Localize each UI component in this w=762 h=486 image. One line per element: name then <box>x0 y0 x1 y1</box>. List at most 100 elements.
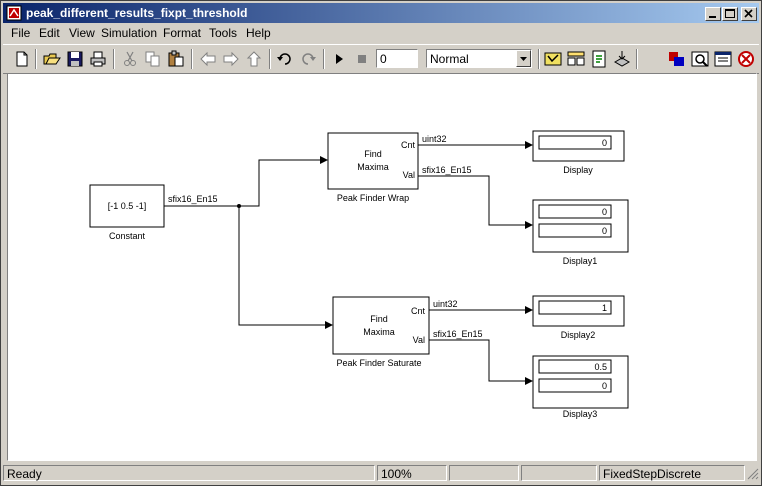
explorer-icon[interactable] <box>691 50 709 68</box>
status-panel-4 <box>521 465 597 481</box>
dropdown-arrow[interactable] <box>516 50 531 67</box>
browser-icon[interactable] <box>714 50 732 68</box>
undo-icon[interactable] <box>276 50 294 68</box>
resize-grip-icon[interactable] <box>746 467 759 480</box>
block-diagram[interactable]: [-1 0.5 -1] Constant sfix16_En15 Find Ma… <box>8 74 756 460</box>
status-state: Ready <box>3 465 375 481</box>
toolbar-separator <box>113 49 115 69</box>
finder2-port-cnt: Cnt <box>411 306 426 316</box>
toolbar-separator <box>636 49 638 69</box>
toolbar-separator <box>323 49 325 69</box>
menu-help[interactable]: Help <box>246 26 271 40</box>
display1-name: Display1 <box>563 256 598 266</box>
back-icon[interactable] <box>199 50 217 68</box>
paste-icon[interactable] <box>167 50 185 68</box>
cut-icon[interactable] <box>121 50 139 68</box>
save-icon[interactable] <box>66 50 84 68</box>
toolbar-separator <box>35 49 37 69</box>
update-icon[interactable] <box>613 50 631 68</box>
toolbar-separator <box>191 49 193 69</box>
finder2-cnt-type: uint32 <box>433 299 458 309</box>
open-icon[interactable] <box>43 50 61 68</box>
status-panel-3 <box>449 465 519 481</box>
start-icon[interactable] <box>330 50 348 68</box>
maximize-button[interactable] <box>722 7 738 21</box>
print-icon[interactable] <box>89 50 107 68</box>
window-title: peak_different_results_fixpt_threshold <box>26 6 248 20</box>
build-icon[interactable] <box>590 50 608 68</box>
finder1-val-wire[interactable] <box>418 175 533 229</box>
maximize-icon <box>725 9 735 18</box>
constant-output-wire[interactable] <box>164 156 333 329</box>
status-bar: Ready 100% FixedStepDiscrete <box>3 464 759 483</box>
display2-value-1: 1 <box>602 303 607 313</box>
title-bar[interactable]: peak_different_results_fixpt_threshold <box>3 3 759 23</box>
copy-icon[interactable] <box>144 50 162 68</box>
display3-value-1: 0.5 <box>594 362 607 372</box>
display2-name: Display2 <box>561 330 596 340</box>
toolbar-separator <box>538 49 540 69</box>
status-solver: FixedStepDiscrete <box>599 465 745 481</box>
display-name: Display <box>563 165 593 175</box>
constant-signal-type: sfix16_En15 <box>168 194 218 204</box>
chevron-down-icon <box>520 57 527 61</box>
constant-block[interactable]: [-1 0.5 -1] Constant <box>89 184 165 241</box>
display1-value-2: 0 <box>602 226 607 236</box>
finder2-val-type: sfix16_En15 <box>433 329 483 339</box>
finder2-name: Peak Finder Saturate <box>336 358 421 368</box>
menu-view[interactable]: View <box>69 26 95 40</box>
display3-value-2: 0 <box>602 381 607 391</box>
stop-time-input[interactable]: 0 <box>376 49 418 68</box>
stop-icon[interactable] <box>353 50 371 68</box>
debug-icon[interactable] <box>668 50 686 68</box>
finder2-val-wire[interactable] <box>429 339 533 385</box>
branch-point <box>237 204 241 208</box>
finder2-line1: Find <box>370 314 388 324</box>
peak-finder-saturate-block[interactable]: Find Maxima Cnt Val Peak Finder Saturate <box>332 296 430 368</box>
minimize-icon <box>709 16 716 18</box>
library-icon[interactable] <box>567 50 585 68</box>
finder1-port-val: Val <box>403 170 415 180</box>
new-icon[interactable] <box>13 50 31 68</box>
close-button[interactable] <box>741 7 757 21</box>
status-zoom: 100% <box>377 465 447 481</box>
model-advisor-icon[interactable] <box>544 50 562 68</box>
diagnostics-icon[interactable] <box>737 50 755 68</box>
finder2-port-val: Val <box>413 335 425 345</box>
menu-bar: File Edit View Simulation Format Tools H… <box>3 24 759 42</box>
menu-edit[interactable]: Edit <box>39 26 60 40</box>
finder1-line2: Maxima <box>357 162 389 172</box>
menu-file[interactable]: File <box>11 26 30 40</box>
peak-finder-wrap-block[interactable]: Find Maxima Cnt Val Peak Finder Wrap <box>327 132 419 203</box>
finder1-port-cnt: Cnt <box>401 140 416 150</box>
toolbar-separator <box>269 49 271 69</box>
constant-value: [-1 0.5 -1] <box>108 201 147 211</box>
model-canvas[interactable]: [-1 0.5 -1] Constant sfix16_En15 Find Ma… <box>7 73 757 461</box>
simulink-app-icon <box>6 5 22 21</box>
close-icon <box>744 9 753 18</box>
finder1-val-type: sfix16_En15 <box>422 165 472 175</box>
simulation-mode-value: Normal <box>430 52 469 66</box>
display3-name: Display3 <box>563 409 598 419</box>
simulation-mode-select[interactable]: Normal <box>426 49 532 68</box>
menu-tools[interactable]: Tools <box>209 26 237 40</box>
display-block[interactable]: 0 Display <box>532 130 625 175</box>
display1-block[interactable]: 0 0 Display1 <box>532 199 629 266</box>
constant-name: Constant <box>109 231 146 241</box>
menu-format[interactable]: Format <box>163 26 201 40</box>
minimize-button[interactable] <box>705 7 721 21</box>
menu-simulation[interactable]: Simulation <box>101 26 157 40</box>
finder2-line2: Maxima <box>363 327 395 337</box>
finder1-line1: Find <box>364 149 382 159</box>
redo-icon[interactable] <box>299 50 317 68</box>
forward-icon[interactable] <box>222 50 240 68</box>
model-window: peak_different_results_fixpt_threshold F… <box>0 0 762 486</box>
display-value-1: 0 <box>602 138 607 148</box>
display3-block[interactable]: 0.5 0 Display3 <box>532 355 629 419</box>
toolbar: 0 Normal <box>3 44 759 74</box>
finder1-name: Peak Finder Wrap <box>337 193 409 203</box>
finder1-cnt-type: uint32 <box>422 134 447 144</box>
display1-value-1: 0 <box>602 207 607 217</box>
display2-block[interactable]: 1 Display2 <box>532 295 625 340</box>
up-icon[interactable] <box>245 50 263 68</box>
